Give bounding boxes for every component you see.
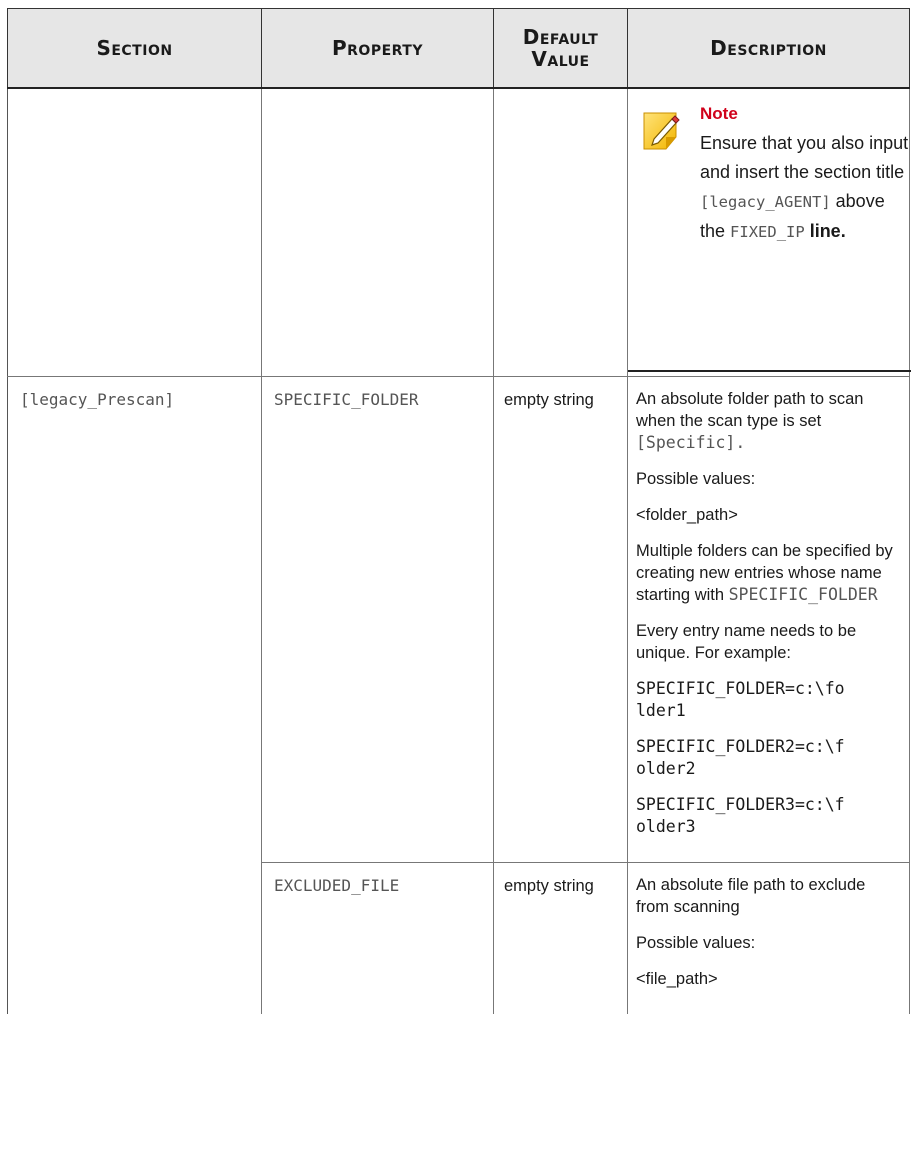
cell-description: Note Ensure that you also input and inse… bbox=[627, 87, 911, 377]
header-property: Property bbox=[261, 8, 494, 89]
table-row: [legacy_Prescan] SPECIFIC_FOLDER empty s… bbox=[7, 376, 910, 1014]
properties-table: Section Property Default Value Descripti… bbox=[7, 8, 911, 1014]
example-line: SPECIFIC_FOLDER2=c:\f older2 bbox=[636, 737, 845, 778]
example-line: SPECIFIC_FOLDER3=c:\f older3 bbox=[636, 795, 845, 836]
header-default-value: Default Value bbox=[493, 8, 628, 89]
header-section: Section bbox=[7, 8, 262, 89]
property-name: EXCLUDED_FILE bbox=[274, 876, 400, 895]
header-row: Section Property Default Value Descripti… bbox=[7, 8, 910, 89]
description-paragraph: Every entry name needs to be unique. For… bbox=[636, 622, 857, 662]
description-paragraph: <file_path> bbox=[636, 970, 718, 988]
description-paragraph: An absolute file path to exclude from sc… bbox=[636, 876, 866, 916]
description-paragraph: Multiple folders can be specified by cre… bbox=[636, 542, 893, 604]
description-paragraph: <folder_path> bbox=[636, 506, 738, 524]
cell-section: [legacy_Prescan] bbox=[7, 376, 262, 1014]
table-row: Note Ensure that you also input and inse… bbox=[7, 87, 911, 377]
cell-property bbox=[261, 87, 494, 377]
note-code-fixed-ip: FIXED_IP bbox=[730, 223, 805, 241]
description-paragraph: An absolute folder path to scan when the… bbox=[636, 390, 864, 452]
cell-default-value bbox=[493, 87, 628, 377]
property-name: SPECIFIC_FOLDER bbox=[274, 390, 419, 409]
note-title: Note bbox=[700, 104, 738, 123]
header-description: Description bbox=[627, 8, 910, 89]
note-code-section-title: [legacy_AGENT] bbox=[700, 193, 831, 211]
cell-property: EXCLUDED_FILE bbox=[261, 862, 494, 1014]
description-paragraph: Possible values: bbox=[636, 934, 756, 952]
cell-default-value: empty string bbox=[493, 376, 628, 863]
section-name: [legacy_Prescan] bbox=[20, 390, 175, 409]
cell-section bbox=[7, 87, 262, 377]
cell-default-value: empty string bbox=[493, 862, 628, 1014]
example-line: SPECIFIC_FOLDER=c:\fo lder1 bbox=[636, 679, 845, 720]
cell-property: SPECIFIC_FOLDER bbox=[261, 376, 494, 863]
description-paragraph: Possible values: bbox=[636, 470, 756, 488]
note-pencil-icon bbox=[643, 112, 680, 150]
cell-description: An absolute folder path to scan when the… bbox=[627, 376, 910, 863]
cell-description: An absolute file path to exclude from sc… bbox=[627, 862, 910, 1014]
note-text: Ensure that you also input and insert th… bbox=[700, 133, 909, 241]
note-box: Note Ensure that you also input and inse… bbox=[628, 89, 911, 372]
